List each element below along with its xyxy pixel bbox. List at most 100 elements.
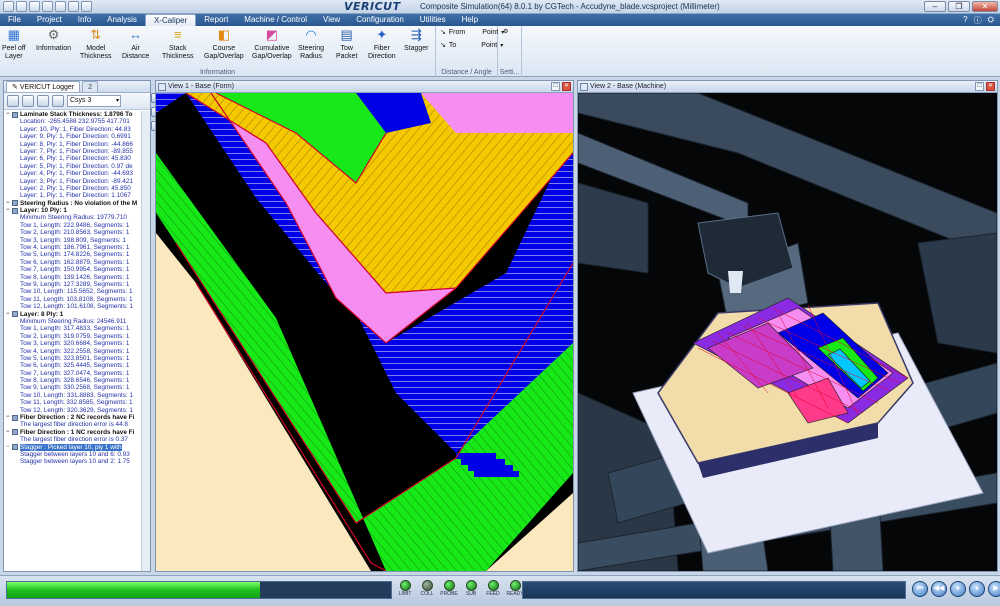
log-line[interactable]: The largest fiber direction error is 0.3… [6,436,150,443]
log-line[interactable]: Layer: 1, Ply: 1, Fiber Direction: 1.106… [6,192,150,199]
save-icon[interactable] [29,1,40,12]
csys-select[interactable]: Csys 3 ▾ [67,95,121,107]
log-line[interactable]: Minimum Steering Radius: 19779.710 [6,214,150,221]
log-line[interactable]: Tow 12, Length: 320.3629, Segments: 1 [6,407,150,414]
stack-thickness-button[interactable]: ≡ Stack Thickness [162,27,194,61]
log-line[interactable]: Tow 8, Length: 328.6546, Segments: 1 [6,377,150,384]
log-line[interactable]: Layer: 2, Ply: 1, Fiber Direction: 45.85… [6,185,150,192]
log-line[interactable]: Tow 10, Length: 331.8883, Segments: 1 [6,392,150,399]
log-line[interactable]: Minimum Steering Radius: 24546.911 [6,318,150,325]
menu-machine-control[interactable]: Machine / Control [236,14,315,26]
fiber-direction-button[interactable]: ✦ Fiber Direction [368,27,396,61]
step-back-button[interactable]: ◀◀ [931,581,947,597]
led-probe[interactable]: PROBE [440,580,458,597]
peel-off-button[interactable]: ▦ Peel off Layer [2,27,26,61]
menu-view[interactable]: View [315,14,348,26]
customize-qat-icon[interactable] [81,1,92,12]
log-line[interactable]: Tow 7, Length: 150.9954, Segments: 1 [6,266,150,273]
view-maximize-button[interactable]: □ [975,82,984,91]
log-line[interactable]: − Layer: 8 Ply: 1 [6,311,150,318]
from-control[interactable]: ↘ From Point ▾ [440,28,504,37]
animation-speed-bar[interactable] [522,581,906,599]
log-line[interactable]: Layer: 3, Ply: 1, Fiber Direction: -89.4… [6,178,150,185]
cumulative-gap-button[interactable]: ◩ Cumulative Gap/Overlap [252,27,292,61]
log-line[interactable]: The largest fiber direction error is 44.… [6,421,150,428]
log-line[interactable]: Tow 10, Length: 115.5652, Segments: 1 [6,288,150,295]
stagger-button[interactable]: ⇶ Stagger [404,27,429,53]
menu-configuration[interactable]: Configuration [348,14,412,26]
log-line[interactable]: Tow 11, Length: 332.8585, Segments: 1 [6,399,150,406]
menu-file[interactable]: File [0,14,29,26]
log-line[interactable]: − Layer: 10 Ply: 1 [6,207,150,214]
model-thickness-button[interactable]: ⇅ Model Thickness [80,27,112,61]
options-icon[interactable]: ⛭ [988,15,994,26]
menu-x-caliper[interactable]: X-Caliper [144,14,197,26]
led-feed[interactable]: FEED [484,580,502,597]
log-line[interactable]: Tow 2, Length: 210.8563, Segments: 1 [6,229,150,236]
log-line[interactable]: Tow 4, Length: 322.2558, Segments: 1 [6,348,150,355]
log-line[interactable]: − Steering Radius : No violation of the M [6,200,150,207]
view-close-button[interactable]: ✕ [986,82,995,91]
log-line[interactable]: Tow 3, Length: 198.809, Segments: 1 [6,237,150,244]
led-sub[interactable]: SUB [462,580,480,597]
menu-report[interactable]: Report [196,14,236,26]
log-line[interactable]: Tow 2, Length: 319.0759, Segments: 1 [6,333,150,340]
menu-utilities[interactable]: Utilities [412,14,454,26]
log-line[interactable]: Layer: 10, Ply: 1, Fiber Direction: 44.8… [6,126,150,133]
log-line[interactable]: Tow 5, Length: 174.8226, Segments: 1 [6,251,150,258]
log-line[interactable]: − Stagger : Picked layer 10, ply 1 with [6,443,150,451]
log-line[interactable]: Tow 8, Length: 139.1426, Segments: 1 [6,274,150,281]
log-line[interactable]: − Laminate Stack Thickness: 1.8796 To [6,111,150,118]
view-1-form[interactable]: View 1 - Base (Form) □ ✕ [155,80,574,572]
simulation-progress-bar[interactable] [6,581,392,599]
tab-vericut-logger[interactable]: ✎ VERICUT Logger [6,81,81,92]
print-icon[interactable] [37,95,49,107]
open-icon[interactable] [16,1,27,12]
information-button[interactable]: ⚙ Information [36,27,71,53]
log-line[interactable]: Tow 9, Length: 330.2568, Segments: 1 [6,384,150,391]
redo-icon[interactable] [55,1,66,12]
to-mode[interactable]: Point [481,42,497,49]
play-button[interactable]: ▶ [988,581,1000,597]
menu-project[interactable]: Project [29,14,70,26]
to-control[interactable]: ↘ To Point ▾ [440,41,503,50]
log-line[interactable]: Stagger between layers 10 and 2: 1.75 [6,458,150,465]
log-line[interactable]: Tow 9, Length: 127.3289, Segments: 1 [6,281,150,288]
log-line[interactable]: Tow 4, Length: 186.7961, Segments: 1 [6,244,150,251]
log-line[interactable]: Tow 7, Length: 327.0474, Segments: 1 [6,370,150,377]
log-line[interactable]: Layer: 7, Ply: 1, Fiber Direction: -89.8… [6,148,150,155]
from-mode[interactable]: Point [482,29,498,36]
air-distance-button[interactable]: ↔ Air Distance [122,27,149,61]
log-line[interactable]: Layer: 6, Ply: 1, Fiber Direction: 45.83… [6,155,150,162]
accept-icon[interactable] [7,95,19,107]
view-2-machine[interactable]: View 2 - Base (Machine) □ ✕ [577,80,998,572]
log-line[interactable]: Tow 1, Length: 317.4833, Segments: 1 [6,325,150,332]
settings-icon[interactable]: ⚙ [503,28,508,35]
log-line[interactable]: − Fiber Direction : 2 NC records have Fi [6,414,150,421]
led-limit[interactable]: LIMIT [396,580,414,597]
save-icon[interactable] [22,95,34,107]
print-icon[interactable] [68,1,79,12]
menu-info[interactable]: Info [70,14,99,26]
log-line[interactable]: Tow 12, Length: 101.6108, Segments: 1 [6,303,150,310]
close-button[interactable]: ✕ [972,1,998,12]
log-line[interactable]: Tow 5, Length: 323.8501, Segments: 1 [6,355,150,362]
pause-button[interactable]: ⏸ [950,581,966,597]
log-line[interactable]: Tow 11, Length: 103.8108, Segments: 1 [6,296,150,303]
led-coll[interactable]: COLL [418,580,436,597]
log-line[interactable]: Layer: 5, Ply: 1, Fiber Direction: 0.97 … [6,163,150,170]
log-line[interactable]: Layer: 9, Ply: 1, Fiber Direction: 0.699… [6,133,150,140]
log-line[interactable]: Layer: 4, Ply: 1, Fiber Direction: -44.6… [6,170,150,177]
about-icon[interactable]: ⓘ [974,15,982,26]
course-gap-button[interactable]: ◧ Course Gap/Overlap [204,27,244,61]
log-line[interactable]: Tow 3, Length: 320.6684, Segments: 1 [6,340,150,347]
tow-packet-button[interactable]: ▤ Tow Packet [336,27,357,61]
app-menu-icon[interactable] [3,1,14,12]
clear-icon[interactable] [52,95,64,107]
log-line[interactable]: Tow 6, Length: 162.8879, Segments: 1 [6,259,150,266]
tab-2[interactable]: 2 [82,81,99,92]
steering-radius-button[interactable]: ◠ Steering Radius [298,27,324,61]
log-line[interactable]: Tow 6, Length: 325.4445, Segments: 1 [6,362,150,369]
view-close-button[interactable]: ✕ [562,82,571,91]
minimize-button[interactable]: – [924,1,946,12]
